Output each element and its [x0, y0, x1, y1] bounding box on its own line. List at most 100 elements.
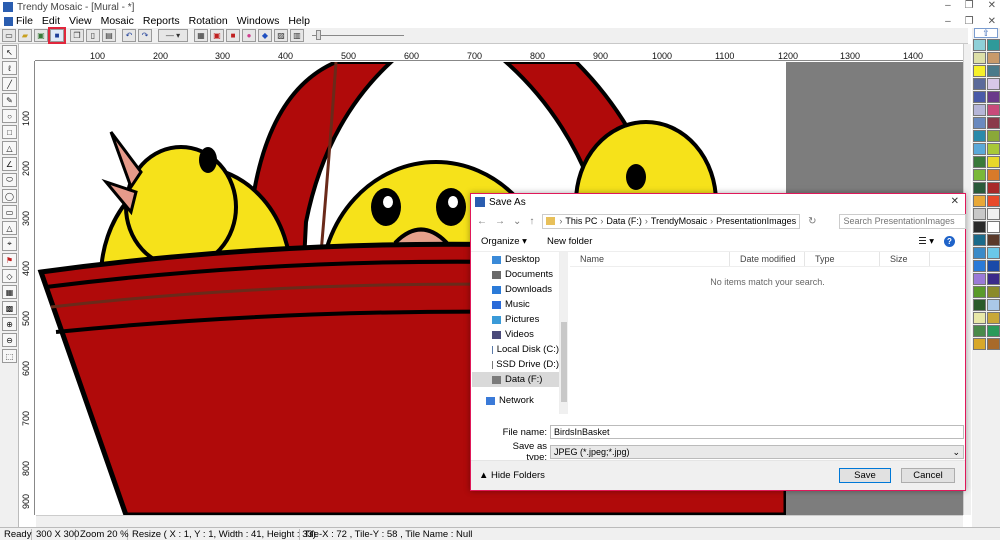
column-date-modified[interactable]: Date modified [730, 252, 805, 266]
color-swatch[interactable] [973, 143, 986, 155]
photo-button[interactable]: ■ [226, 29, 240, 42]
color-swatch[interactable] [987, 52, 1000, 64]
color-swatch[interactable] [987, 117, 1000, 129]
file-name-input[interactable] [550, 425, 964, 439]
nav-item-desktop[interactable]: Desktop [472, 252, 559, 267]
cancel-button[interactable]: Cancel [901, 468, 955, 483]
ellipse-tool[interactable]: ○ [2, 109, 17, 123]
fill-tool[interactable]: ⚑ [2, 253, 17, 267]
nav-item-network[interactable]: Network [472, 393, 559, 408]
filled-ellipse-tool[interactable]: ⬭ [2, 173, 17, 187]
view-options-icon[interactable]: ☰ ▾ [918, 236, 934, 247]
dialog-close-button[interactable]: ✕ [951, 196, 959, 207]
color-swatch[interactable] [973, 78, 986, 90]
back-arrow-icon[interactable]: ← [477, 216, 487, 227]
menu-mosaic[interactable]: Mosaic [101, 15, 134, 27]
color-swatch[interactable] [973, 182, 986, 194]
color-swatch[interactable] [973, 260, 986, 272]
menu-rotation[interactable]: Rotation [189, 15, 228, 27]
nav-item-ssd-drive-d[interactable]: SSD Drive (D:) [472, 357, 559, 372]
color-swatch[interactable] [987, 286, 1000, 298]
zoom-slider-thumb[interactable] [316, 30, 321, 40]
nav-item-downloads[interactable]: Downloads [472, 282, 559, 297]
save-button[interactable]: Save [839, 468, 891, 483]
nav-item-data-f[interactable]: Data (F:) [472, 372, 559, 387]
color-swatch[interactable] [987, 78, 1000, 90]
zoom-in-tool[interactable]: ⊕ [2, 317, 17, 331]
line-tool[interactable]: ╱ [2, 77, 17, 91]
palette-scroll-up-icon[interactable]: ⇧ [974, 28, 998, 38]
column-size[interactable]: Size [880, 252, 930, 266]
color-swatch[interactable] [987, 156, 1000, 168]
undo-button[interactable]: ↶ [122, 29, 136, 42]
menu-help[interactable]: Help [288, 15, 310, 27]
restore-button[interactable]: ❐ [965, 0, 974, 11]
new-folder-button[interactable]: New folder [547, 236, 592, 247]
pen-tool[interactable]: ✎ [2, 93, 17, 107]
zoom-slider[interactable] [312, 29, 404, 42]
color-swatch[interactable] [973, 65, 986, 77]
close-button[interactable]: ✕ [988, 0, 996, 11]
color-swatch[interactable] [987, 299, 1000, 311]
color-swatch[interactable] [987, 91, 1000, 103]
help-icon[interactable]: ? [944, 236, 955, 247]
copy-button[interactable]: ❐ [70, 29, 84, 42]
zoom-out-tool[interactable]: ⊖ [2, 333, 17, 347]
report-button[interactable]: ▥ [290, 29, 304, 42]
color-swatch[interactable] [973, 169, 986, 181]
menu-view[interactable]: View [69, 15, 92, 27]
color-swatch[interactable] [973, 221, 986, 233]
grid-tool[interactable]: ▦ [2, 285, 17, 299]
menu-reports[interactable]: Reports [143, 15, 180, 27]
color-swatch[interactable] [973, 91, 986, 103]
color-swatch[interactable] [987, 130, 1000, 142]
arrow-tool[interactable]: ↖ [2, 45, 17, 59]
color-swatch[interactable] [973, 286, 986, 298]
color-swatch[interactable] [973, 325, 986, 337]
select-tool[interactable]: ⬚ [2, 349, 17, 363]
recent-dropdown-icon[interactable]: ⌄ [513, 216, 521, 227]
save-button-toolbar[interactable]: ■ [48, 27, 66, 44]
color-swatch[interactable] [987, 247, 1000, 259]
grid-button[interactable]: ▦ [194, 29, 208, 42]
nav-item-videos[interactable]: Videos [472, 327, 559, 342]
dropper-tool[interactable]: ⌖ [2, 237, 17, 251]
open-file-button[interactable]: ▰ [18, 29, 32, 42]
color-swatch[interactable] [973, 130, 986, 142]
nav-item-pictures[interactable]: Pictures [472, 312, 559, 327]
color-swatch[interactable] [987, 312, 1000, 324]
triangle-outline-tool[interactable]: △ [2, 221, 17, 235]
color-swatch[interactable] [973, 156, 986, 168]
redo-button[interactable]: ↷ [138, 29, 152, 42]
mdi-restore-button[interactable]: ❐ [965, 16, 974, 27]
cut-button[interactable]: ▯ [86, 29, 100, 42]
color-swatch[interactable] [987, 273, 1000, 285]
color-swatch[interactable] [973, 338, 986, 350]
color-swatch[interactable] [973, 299, 986, 311]
menu-windows[interactable]: Windows [237, 15, 280, 27]
nav-item-music[interactable]: Music [472, 297, 559, 312]
triangle-tool[interactable]: △ [2, 141, 17, 155]
color-swatch[interactable] [987, 39, 1000, 51]
color-wheel-button[interactable]: ● [242, 29, 256, 42]
column-type[interactable]: Type [805, 252, 880, 266]
menu-edit[interactable]: Edit [42, 15, 60, 27]
mdi-close-button[interactable]: ✕ [988, 16, 996, 27]
menu-file[interactable]: File [16, 15, 33, 27]
new-file-button[interactable]: ▭ [2, 29, 16, 42]
eraser-tool[interactable]: ◇ [2, 269, 17, 283]
color-swatch[interactable] [987, 338, 1000, 350]
color-swatch[interactable] [987, 208, 1000, 220]
color-swatch[interactable] [987, 182, 1000, 194]
color-swatch[interactable] [973, 247, 986, 259]
gallery-button[interactable]: ▣ [34, 29, 48, 42]
save-type-select[interactable]: JPEG (*.jpeg;*.jpg) ⌄ [550, 445, 964, 459]
document-icon[interactable] [4, 16, 13, 26]
horizontal-scrollbar[interactable] [36, 515, 963, 527]
color-swatch[interactable] [973, 195, 986, 207]
color-swatch[interactable] [987, 143, 1000, 155]
tile-button[interactable]: ▣ [210, 29, 224, 42]
forward-arrow-icon[interactable]: → [495, 216, 505, 227]
color-swatch[interactable] [987, 195, 1000, 207]
mosaic-tool[interactable]: ▩ [2, 301, 17, 315]
